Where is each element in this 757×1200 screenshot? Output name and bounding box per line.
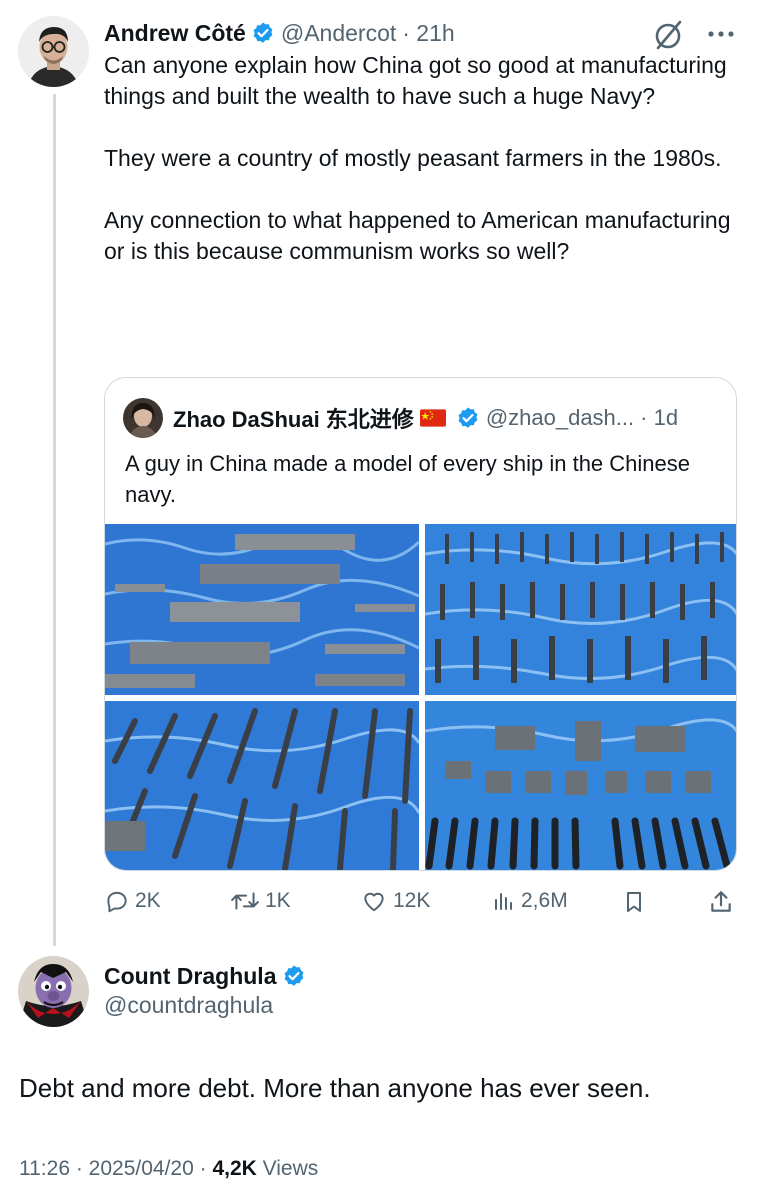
quote-photo-2[interactable]	[425, 524, 736, 695]
reply-meta: 11:26 · 2025/04/20 · 4,2K Views	[19, 1157, 318, 1181]
reply-views-count: 4,2K	[212, 1157, 257, 1180]
avatar-count-draghula[interactable]	[18, 956, 89, 1027]
bookmark-icon	[627, 892, 641, 912]
views-count: 2,6M	[521, 889, 568, 912]
like-count: 12K	[393, 889, 431, 912]
quote-photo-1[interactable]	[105, 524, 419, 695]
reply-icon	[107, 891, 127, 913]
tweet-header: Andrew Côté @Andercot · 21h	[104, 16, 455, 50]
verified-badge-icon	[253, 22, 273, 43]
share-action[interactable]	[708, 888, 739, 916]
quote-author-name[interactable]: Zhao DaShuai 东北进修	[173, 402, 414, 434]
quote-text: A guy in China made a model of every shi…	[125, 451, 690, 507]
avatar-count-portrait	[18, 956, 89, 1027]
reply-timestamp[interactable]: 11:26 · 2025/04/20 ·	[19, 1157, 207, 1180]
reply-author-handle[interactable]: @countdraghula	[104, 992, 312, 1019]
avatar-andrew[interactable]	[18, 16, 89, 87]
reply-views-label: Views	[262, 1157, 319, 1180]
avatar-zhao[interactable]	[123, 398, 163, 438]
reply-action[interactable]: 2K	[104, 888, 161, 914]
reply-header: Count Draghula @countdraghula	[104, 960, 312, 1019]
bookmark-action[interactable]	[622, 888, 651, 916]
china-flag-icon	[419, 409, 446, 427]
quote-time[interactable]: · 1d	[640, 405, 678, 431]
repost-count: 1K	[265, 889, 291, 912]
avatar-andrew-portrait	[18, 16, 89, 87]
author-handle[interactable]: @Andercot	[281, 20, 396, 47]
author-name[interactable]: Andrew Côté	[104, 20, 246, 47]
repost-action[interactable]: 1K	[230, 888, 291, 914]
more-options-icon[interactable]	[706, 22, 736, 51]
tweet-time[interactable]: · 21h	[402, 20, 454, 47]
thread-connector-line	[53, 94, 56, 946]
share-icon	[711, 891, 731, 912]
reply-count: 2K	[135, 889, 161, 912]
reply-verified-badge-icon	[284, 965, 303, 986]
quote-photo-4[interactable]	[425, 701, 736, 870]
quote-header: Zhao DaShuai 东北进修 @zhao_dash... · 1d	[173, 400, 678, 436]
quote-tweet-card[interactable]: Zhao DaShuai 东北进修 @zhao_dash... · 1d A g…	[104, 377, 737, 871]
like-action[interactable]: 12K	[360, 888, 430, 914]
quote-author-handle[interactable]: @zhao_dash...	[486, 405, 634, 431]
tweet-text: Can anyone explain how China got so good…	[104, 52, 731, 264]
quote-photo-3[interactable]	[105, 701, 419, 870]
tweet-action-bar: 2K 1K 12K 2,6M	[104, 888, 744, 920]
avatar-zhao-portrait	[123, 398, 163, 438]
reply-author-name[interactable]: Count Draghula	[104, 963, 277, 990]
views-action[interactable]: 2,6M	[492, 888, 568, 914]
heart-icon	[364, 892, 384, 912]
repost-icon	[231, 892, 259, 910]
quote-verified-badge-icon	[458, 407, 478, 428]
views-chart-icon	[495, 893, 512, 910]
reply-text: Debt and more debt. More than anyone has…	[19, 1073, 651, 1103]
